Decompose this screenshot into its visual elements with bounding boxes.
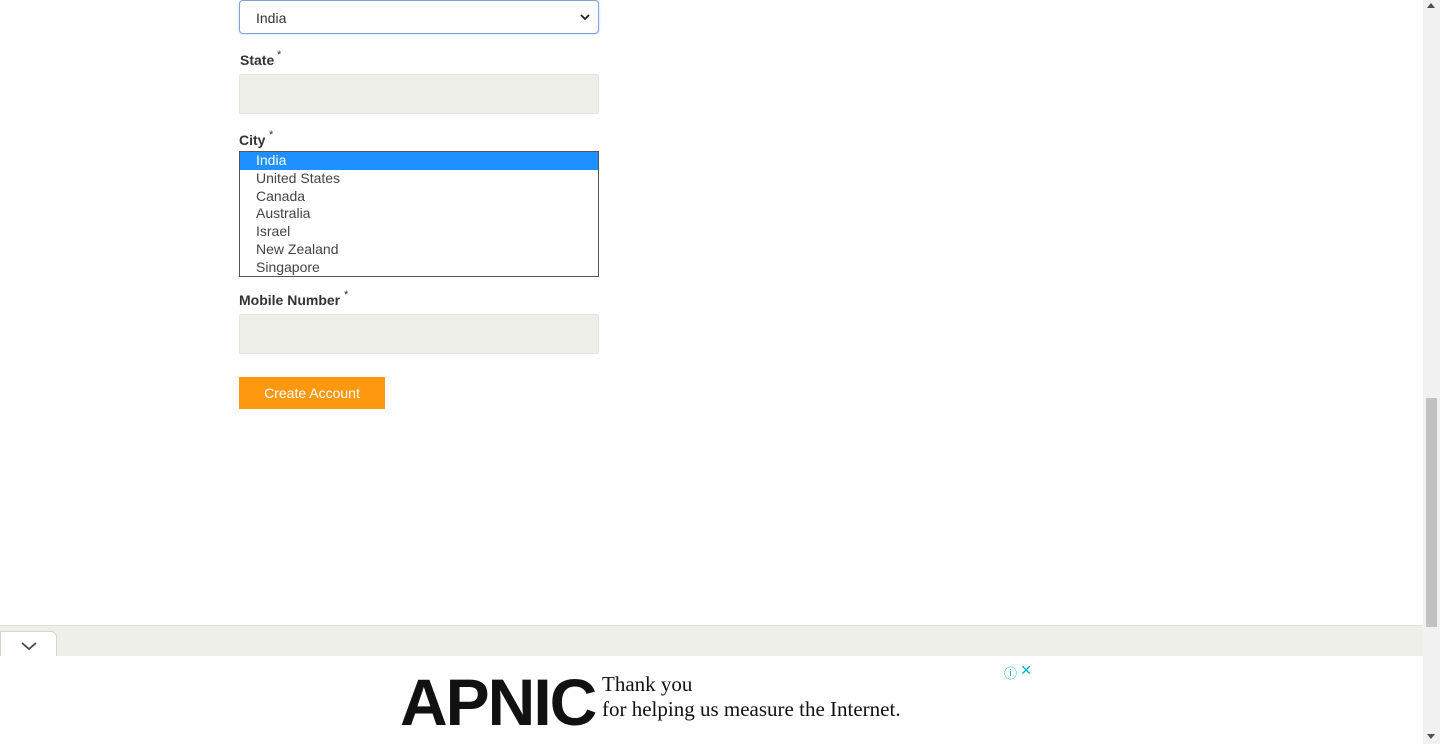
city-option[interactable]: Singapore: [240, 259, 598, 276]
ad-text-line1: Thank you: [602, 672, 693, 696]
city-option[interactable]: Australia: [240, 205, 598, 223]
country-select-value: India: [256, 10, 287, 26]
mobile-required-mark: *: [344, 289, 349, 301]
create-account-button[interactable]: Create Account: [239, 377, 385, 409]
mobile-input[interactable]: [239, 314, 599, 354]
state-input[interactable]: [239, 74, 599, 114]
city-option[interactable]: India: [240, 152, 598, 170]
page: India State * City * India United States…: [0, 0, 1440, 744]
apnic-logo: APNIC: [400, 665, 597, 739]
scroll-down-icon[interactable]: [1427, 734, 1435, 739]
chevron-down-icon: [21, 642, 37, 651]
scrollbar-thumb[interactable]: [1426, 398, 1437, 627]
ad-text-line2: for helping us measure the Internet.: [602, 697, 901, 721]
state-label: State: [240, 52, 275, 68]
chevron-down-icon: [580, 14, 590, 21]
ad-bar: [0, 625, 1423, 656]
ad-banner[interactable]: APNIC Thank you for helping us measure t…: [390, 662, 1035, 744]
state-required-mark: *: [277, 49, 282, 61]
mobile-label: Mobile Number: [239, 292, 341, 308]
city-option[interactable]: Israel: [240, 223, 598, 241]
city-label: City: [239, 132, 266, 148]
city-option[interactable]: Canada: [240, 188, 598, 206]
city-required-mark: *: [269, 129, 274, 141]
ad-collapse-tab[interactable]: [0, 631, 57, 656]
page-scrollbar[interactable]: [1423, 0, 1440, 744]
close-icon[interactable]: ✕: [1020, 662, 1032, 679]
scroll-up-icon[interactable]: [1427, 3, 1435, 8]
city-option[interactable]: United States: [240, 170, 598, 188]
info-icon[interactable]: ⓘ: [1004, 663, 1017, 682]
country-select[interactable]: India: [239, 0, 599, 34]
city-option[interactable]: New Zealand: [240, 241, 598, 259]
city-listbox[interactable]: India United States Canada Australia Isr…: [239, 151, 599, 277]
